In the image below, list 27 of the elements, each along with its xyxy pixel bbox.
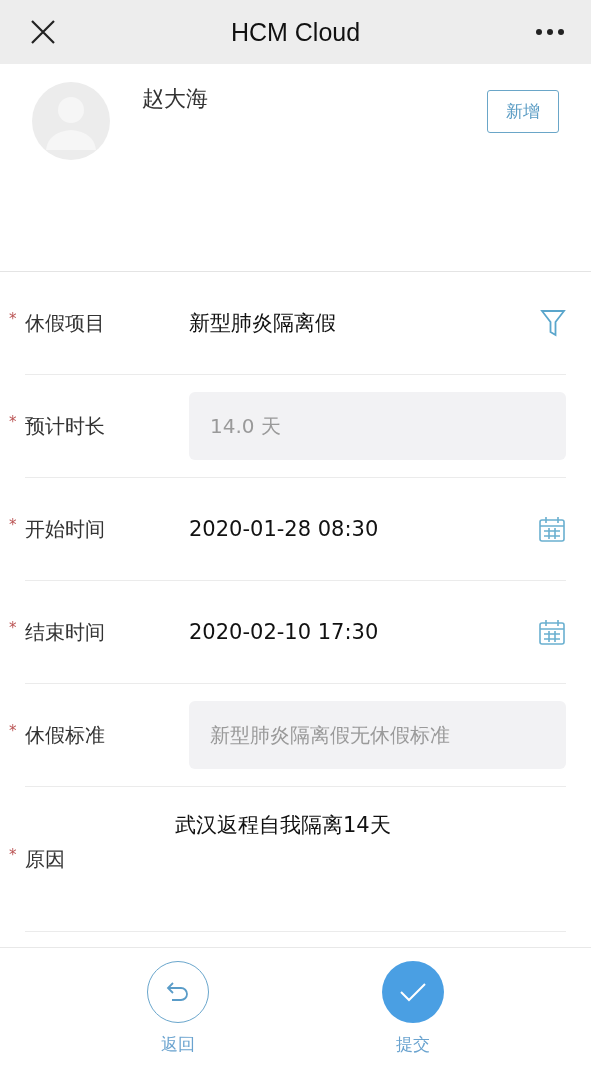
reason-field[interactable]: 武汉返程自我隔离14天 bbox=[175, 787, 566, 931]
required-mark: * bbox=[9, 846, 18, 864]
more-button[interactable] bbox=[535, 28, 565, 36]
required-mark: * bbox=[9, 310, 18, 328]
calendar-icon[interactable] bbox=[538, 618, 566, 646]
readonly-field: 14.0 天 bbox=[189, 392, 566, 460]
field-label: 休假项目 bbox=[25, 309, 105, 337]
readonly-field: 新型肺炎隔离假无休假标准 bbox=[189, 701, 566, 769]
close-button[interactable] bbox=[30, 19, 56, 45]
required-mark: * bbox=[9, 619, 18, 637]
required-mark: * bbox=[9, 413, 18, 431]
field-label: 预计时长 bbox=[25, 412, 105, 440]
user-name: 赵大海 bbox=[142, 85, 209, 113]
check-icon bbox=[399, 981, 428, 1002]
calendar-icon[interactable] bbox=[538, 515, 566, 543]
field-value[interactable]: 2020-02-10 17:30 bbox=[189, 620, 538, 644]
filter-icon[interactable] bbox=[540, 309, 566, 337]
field-label: 休假标准 bbox=[25, 721, 105, 749]
back-arrow-icon bbox=[165, 980, 190, 1003]
field-label: 结束时间 bbox=[25, 618, 105, 646]
window-title: HCM Cloud bbox=[230, 17, 361, 47]
required-mark: * bbox=[9, 516, 18, 534]
field-value[interactable]: 2020-01-28 08:30 bbox=[189, 517, 538, 541]
required-mark: * bbox=[9, 722, 18, 740]
field-value[interactable]: 新型肺炎隔离假 bbox=[189, 309, 540, 337]
field-label: 开始时间 bbox=[25, 515, 105, 543]
field-label: 原因 bbox=[25, 845, 65, 873]
